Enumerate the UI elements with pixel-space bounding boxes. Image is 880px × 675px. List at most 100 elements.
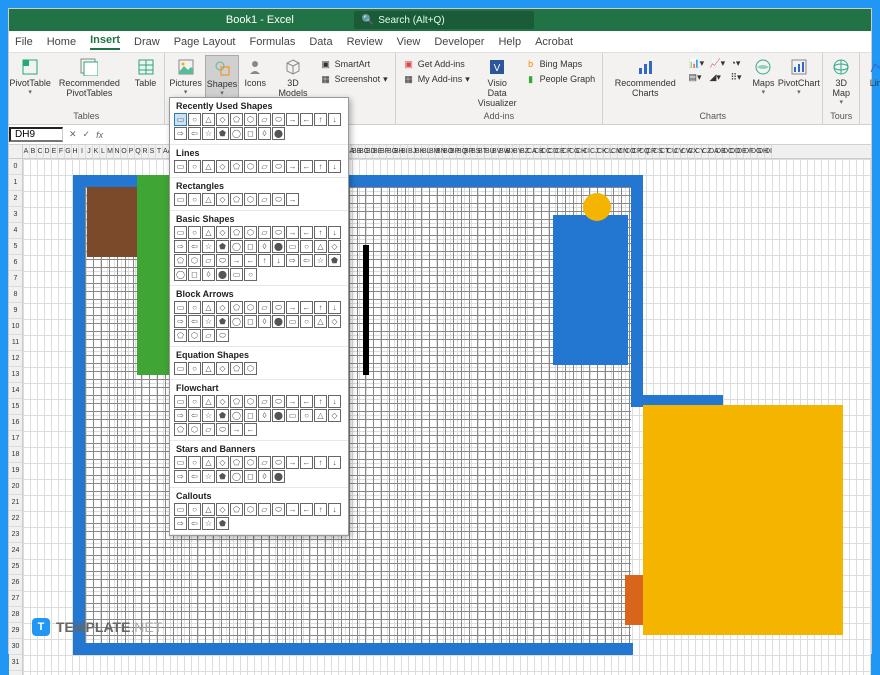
col-header[interactable]: BF (380, 145, 387, 158)
shape-option[interactable]: ⬭ (272, 503, 285, 516)
shape-option[interactable]: ⬭ (272, 301, 285, 314)
shape-option[interactable]: △ (314, 315, 327, 328)
tab-draw[interactable]: Draw (134, 36, 160, 48)
shape-option[interactable]: ◊ (258, 315, 271, 328)
col-header[interactable]: CV (674, 145, 681, 158)
col-header[interactable]: C (37, 145, 44, 158)
shape-option[interactable]: ↑ (314, 160, 327, 173)
shape-option[interactable]: ⇦ (188, 240, 201, 253)
enter-formula-icon[interactable]: ✓ (83, 129, 91, 140)
tab-view[interactable]: View (397, 36, 421, 48)
col-header[interactable]: BI (401, 145, 408, 158)
row-header[interactable]: 29 (9, 623, 22, 639)
shape-option[interactable]: ▭ (174, 160, 187, 173)
col-header[interactable]: CM (611, 145, 618, 158)
shape-option[interactable]: ⬡ (244, 503, 257, 516)
shape-option[interactable]: ▭ (174, 193, 187, 206)
col-header[interactable]: CB (534, 145, 541, 158)
pivotchart-button[interactable]: PivotChart▾ (779, 55, 818, 98)
shape-option[interactable]: ⬭ (216, 254, 229, 267)
col-header[interactable]: CZ (702, 145, 709, 158)
col-header[interactable]: DI (765, 145, 772, 158)
col-header[interactable]: BJ (408, 145, 415, 158)
floor-plan-drawing[interactable] (73, 175, 643, 655)
tab-formulas[interactable]: Formulas (250, 36, 296, 48)
shape-option[interactable]: ⬡ (244, 456, 257, 469)
shapes-button[interactable]: Shapes▾ (205, 55, 240, 100)
shape-option[interactable]: ☆ (202, 470, 215, 483)
icons-button[interactable]: Icons (241, 55, 269, 90)
shape-option[interactable]: ⬠ (230, 395, 243, 408)
shape-option[interactable]: △ (202, 503, 215, 516)
shape-option[interactable]: ↓ (328, 160, 341, 173)
col-header[interactable]: CT (660, 145, 667, 158)
fx-icon[interactable]: fx (96, 130, 103, 140)
row-header[interactable]: 10 (9, 319, 22, 335)
col-header[interactable]: BO (443, 145, 450, 158)
shape-option[interactable]: ▭ (174, 456, 187, 469)
shape-option[interactable]: ⬭ (272, 395, 285, 408)
col-header[interactable]: CX (688, 145, 695, 158)
row-header[interactable]: 5 (9, 239, 22, 255)
shape-option[interactable]: ⬠ (230, 503, 243, 516)
chart-type-area[interactable]: ◢▾ (706, 71, 726, 84)
col-header[interactable]: CD (548, 145, 555, 158)
col-header[interactable]: M (107, 145, 114, 158)
shape-option[interactable]: ▱ (258, 395, 271, 408)
col-header[interactable]: DF (744, 145, 751, 158)
col-header[interactable]: CP (632, 145, 639, 158)
shape-option[interactable]: ⬡ (188, 423, 201, 436)
shape-option[interactable]: ⬤ (272, 240, 285, 253)
shape-option[interactable]: ⬠ (230, 113, 243, 126)
shape-option[interactable]: △ (202, 362, 215, 375)
shape-option[interactable]: △ (202, 113, 215, 126)
shape-option[interactable]: △ (202, 301, 215, 314)
col-header[interactable]: BE (373, 145, 380, 158)
shape-option[interactable]: ☆ (202, 127, 215, 140)
col-header[interactable]: BU (485, 145, 492, 158)
shape-option[interactable]: ◇ (216, 113, 229, 126)
shape-option[interactable]: ⬡ (244, 193, 257, 206)
col-header[interactable]: CO (625, 145, 632, 158)
shape-option[interactable]: ▱ (258, 113, 271, 126)
shape-black-line[interactable] (363, 245, 369, 375)
col-header[interactable]: BX (506, 145, 513, 158)
shape-option[interactable]: ◇ (328, 240, 341, 253)
shape-option[interactable]: ↑ (314, 226, 327, 239)
3d-map-button[interactable]: 3D Map▾ (827, 55, 855, 108)
shape-option[interactable]: ◻ (244, 409, 257, 422)
smartart-button[interactable]: ▣SmartArt (317, 57, 391, 71)
shape-option[interactable]: ⇨ (174, 517, 187, 530)
col-header[interactable]: BN (436, 145, 443, 158)
shape-option[interactable]: ▱ (258, 226, 271, 239)
row-header[interactable]: 7 (9, 271, 22, 287)
shape-option[interactable]: ▭ (230, 268, 243, 281)
shape-option[interactable]: ○ (300, 240, 313, 253)
shape-blue-room[interactable] (553, 215, 628, 365)
shape-option[interactable]: ⇨ (286, 254, 299, 267)
col-header[interactable]: BZ (520, 145, 527, 158)
col-header[interactable]: DD (730, 145, 737, 158)
shape-option[interactable]: ← (300, 113, 313, 126)
shape-option[interactable]: ⬟ (216, 240, 229, 253)
shape-option[interactable]: ⬭ (216, 423, 229, 436)
col-header[interactable]: BC (359, 145, 366, 158)
col-header[interactable]: I (79, 145, 86, 158)
search-box[interactable]: 🔍 Search (Alt+Q) (354, 11, 534, 29)
shape-option[interactable]: ⬠ (230, 362, 243, 375)
shape-option[interactable]: ← (300, 503, 313, 516)
row-header[interactable]: 25 (9, 559, 22, 575)
shape-option[interactable]: ⬟ (216, 470, 229, 483)
shape-option[interactable]: ⬠ (230, 456, 243, 469)
row-header[interactable]: 0 (9, 159, 22, 175)
col-header[interactable]: L (100, 145, 107, 158)
select-all-corner[interactable] (9, 145, 23, 158)
shape-option[interactable]: ◇ (216, 160, 229, 173)
row-header[interactable]: 9 (9, 303, 22, 319)
shape-option[interactable]: ← (300, 301, 313, 314)
col-header[interactable]: CQ (639, 145, 646, 158)
col-header[interactable]: CH (576, 145, 583, 158)
shape-option[interactable]: ○ (188, 503, 201, 516)
shape-option[interactable]: → (286, 456, 299, 469)
shape-option[interactable]: ◇ (216, 301, 229, 314)
